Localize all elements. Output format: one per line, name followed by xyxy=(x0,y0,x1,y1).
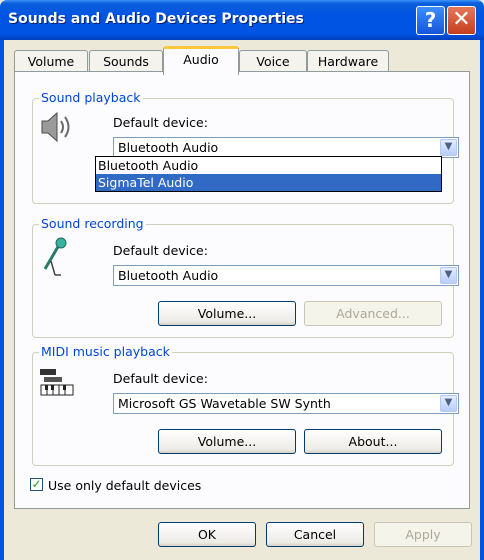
chevron-down-icon[interactable]: ▼ xyxy=(440,395,457,412)
playback-device-dropdown-list: Bluetooth Audio SigmaTel Audio xyxy=(95,156,442,192)
tab-panel-audio: Sound playback Default device: Bluetooth… xyxy=(14,71,470,509)
window-frame-right xyxy=(480,40,484,560)
title-bar: Sounds and Audio Devices Properties ? ✕ xyxy=(0,0,484,40)
midi-playback-group: MIDI music playback Default device: Micr… xyxy=(32,344,459,466)
cancel-button[interactable]: Cancel xyxy=(266,522,364,547)
sound-playback-label: Sound playback xyxy=(39,90,143,105)
speaker-icon xyxy=(41,111,70,143)
tab-voice[interactable]: Voice xyxy=(239,50,307,72)
midi-device-select[interactable]: Microsoft GS Wavetable SW Synth ▼ xyxy=(113,393,459,414)
help-button[interactable]: ? xyxy=(416,6,445,35)
chevron-down-icon[interactable]: ▼ xyxy=(440,267,457,284)
close-button[interactable]: ✕ xyxy=(447,6,476,35)
tab-hardware[interactable]: Hardware xyxy=(307,50,389,72)
midi-default-device-label: Default device: xyxy=(113,371,208,386)
tab-audio[interactable]: Audio xyxy=(163,46,239,75)
midi-volume-button[interactable]: Volume... xyxy=(158,429,296,454)
tab-volume[interactable]: Volume xyxy=(14,50,88,72)
midi-about-button[interactable]: About... xyxy=(304,429,442,454)
dropdown-option-bluetooth-audio[interactable]: Bluetooth Audio xyxy=(96,157,441,174)
midi-playback-label: MIDI music playback xyxy=(39,344,172,359)
recording-device-select[interactable]: Bluetooth Audio ▼ xyxy=(113,265,459,286)
recording-device-value: Bluetooth Audio xyxy=(118,268,219,283)
midi-device-value: Microsoft GS Wavetable SW Synth xyxy=(118,396,331,411)
sound-recording-group: Sound recording Default device: Bluetoot… xyxy=(32,216,459,338)
playback-default-device-label: Default device: xyxy=(113,115,208,130)
ok-button[interactable]: OK xyxy=(158,522,256,547)
dropdown-option-sigmatel-audio[interactable]: SigmaTel Audio xyxy=(96,174,441,191)
window-title: Sounds and Audio Devices Properties xyxy=(8,11,304,27)
playback-device-select[interactable]: Bluetooth Audio ▼ xyxy=(113,137,459,158)
recording-default-device-label: Default device: xyxy=(113,243,208,258)
apply-button[interactable]: Apply xyxy=(374,522,472,547)
window-frame-left xyxy=(0,40,4,560)
recording-volume-button[interactable]: Volume... xyxy=(158,301,296,326)
use-default-devices-label[interactable]: Use only default devices xyxy=(48,478,201,493)
microphone-icon xyxy=(43,237,67,276)
tab-sounds[interactable]: Sounds xyxy=(89,50,163,72)
playback-device-value: Bluetooth Audio xyxy=(118,140,219,155)
recording-advanced-button[interactable]: Advanced... xyxy=(304,301,442,326)
chevron-down-icon[interactable]: ▼ xyxy=(440,139,457,156)
sound-recording-label: Sound recording xyxy=(39,216,146,231)
use-default-devices-checkbox[interactable]: ✓ xyxy=(30,478,43,491)
midi-keyboard-icon xyxy=(40,369,74,396)
